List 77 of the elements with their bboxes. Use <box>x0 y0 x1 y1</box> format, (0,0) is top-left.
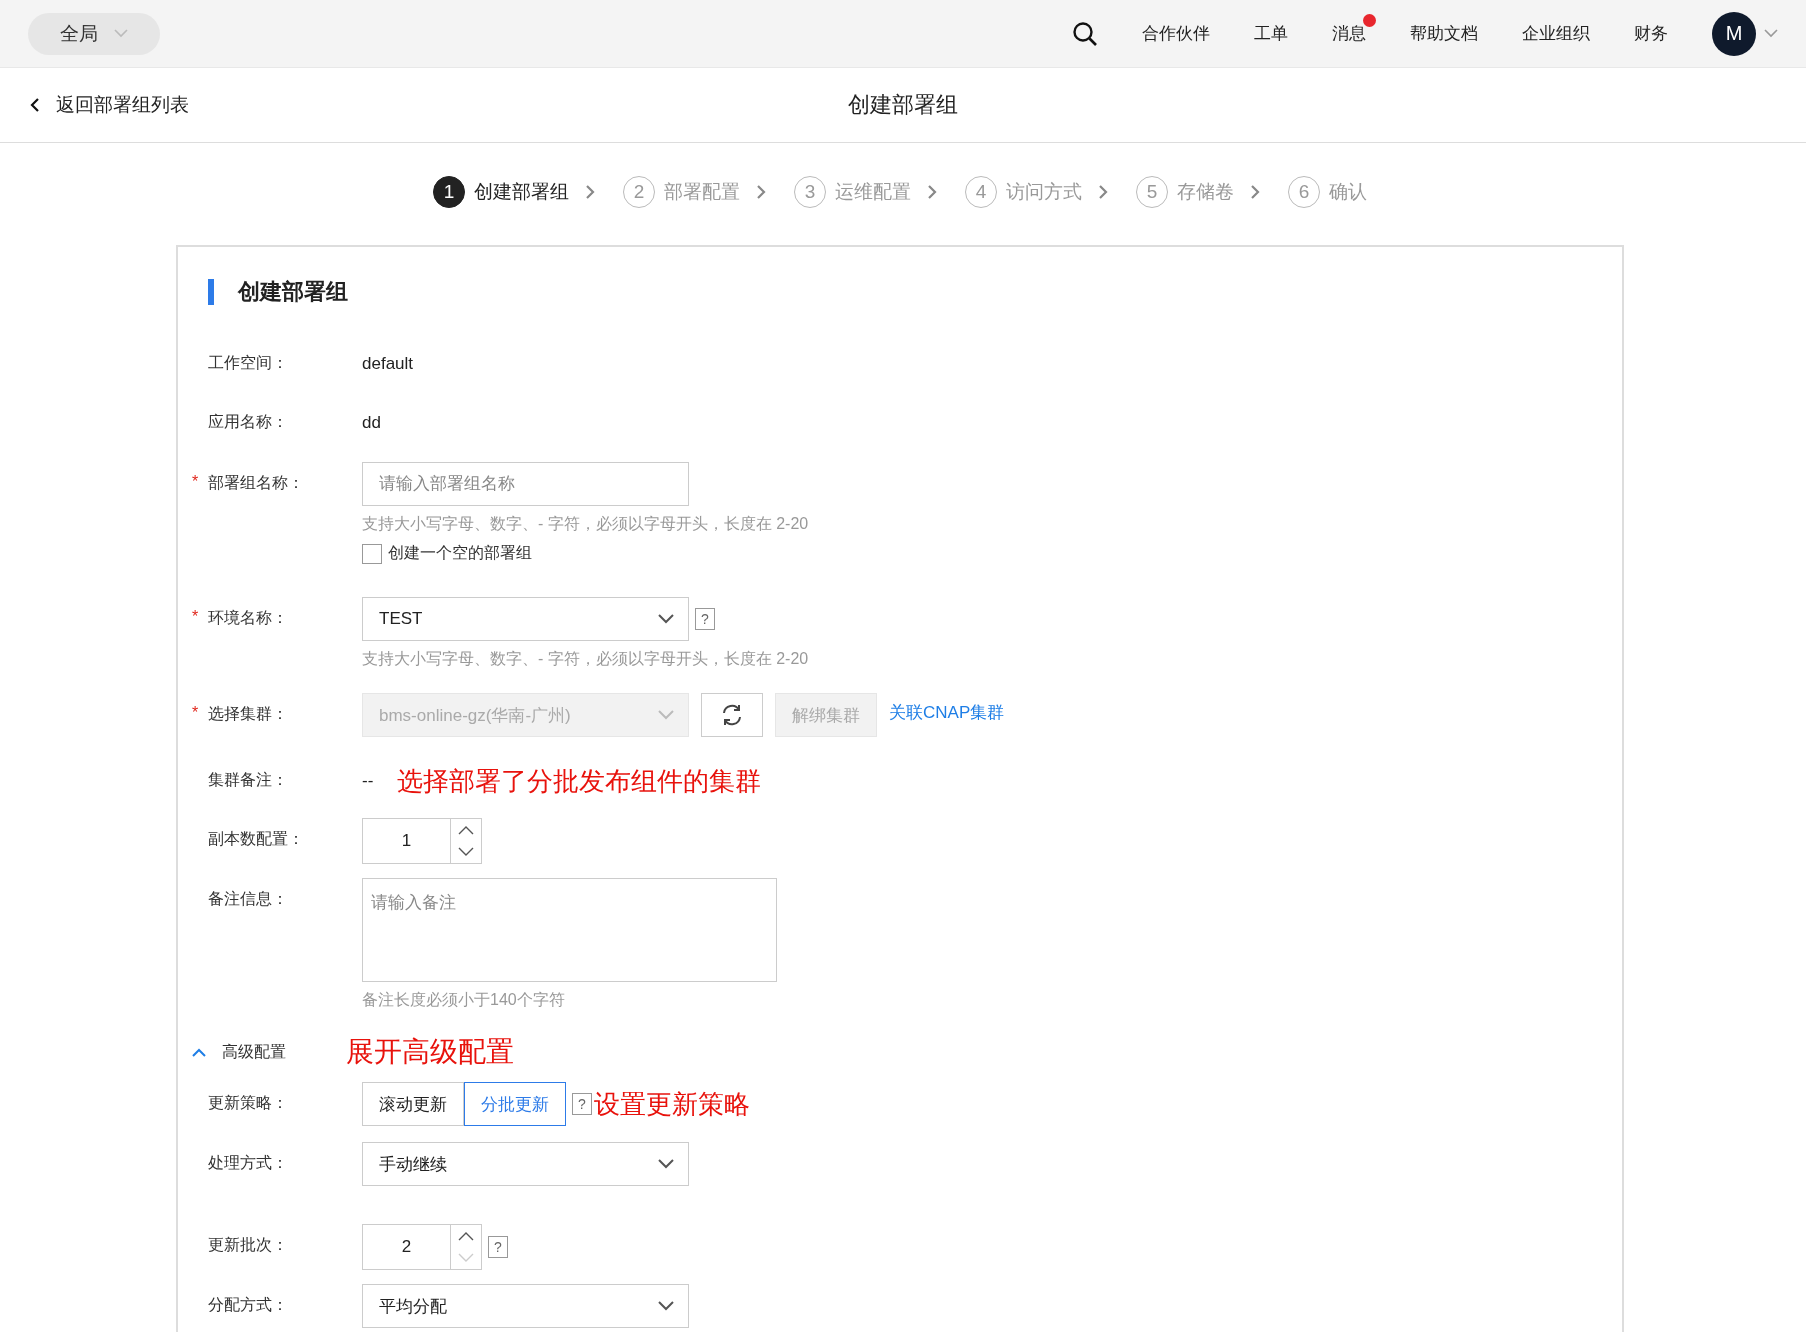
nav-link[interactable]: 帮助文档 <box>1388 12 1500 55</box>
field-label: 应用名称： <box>208 412 288 432</box>
number-input[interactable]: 2 <box>362 1224 482 1270</box>
annotation: 展开高级配置 <box>346 1035 514 1069</box>
help-icon[interactable]: ? <box>695 608 715 630</box>
chevron-up-icon[interactable] <box>458 1231 474 1241</box>
input-field[interactable]: 请输入部署组名称 <box>362 462 689 506</box>
field-label: 副本数配置： <box>208 829 304 849</box>
field-label: 工作空间： <box>208 353 288 373</box>
chevron-up-icon[interactable] <box>458 825 474 835</box>
chevron-left-icon <box>30 97 40 113</box>
annotation: 设置更新策略 <box>594 1087 750 1121</box>
hint-text: 备注长度必须小于140个字符 <box>362 990 566 1010</box>
help-icon[interactable]: ? <box>488 1236 508 1258</box>
field-label: 选择集群： <box>208 704 288 724</box>
chevron-down-icon <box>658 710 674 720</box>
scope-dropdown[interactable]: 全局 <box>28 12 160 55</box>
nav-link[interactable]: 消息 <box>1310 12 1388 55</box>
notification-dot <box>1363 14 1376 27</box>
step-label: 创建部署组 <box>474 180 569 204</box>
annotation: 选择部署了分批发布组件的集群 <box>397 764 762 798</box>
field-label: 更新批次： <box>208 1235 288 1255</box>
chevron-right-icon <box>756 184 766 200</box>
step-label: 运维配置 <box>835 180 911 204</box>
field-label: 处理方式： <box>208 1153 288 1173</box>
step-label: 访问方式 <box>1006 180 1082 204</box>
segment-option[interactable]: 滚动更新 <box>362 1082 464 1126</box>
field-value: dd <box>362 413 381 433</box>
required-mark: * <box>192 704 199 722</box>
hint-text: 支持大小写字母、数字、- 字符，必须以字母开头，长度在 2-20 <box>362 514 809 534</box>
number-input[interactable]: 1 <box>362 818 482 864</box>
refresh-button[interactable] <box>701 693 763 737</box>
chevron-down-icon[interactable] <box>458 847 474 857</box>
nav-link[interactable]: 企业组织 <box>1500 12 1612 55</box>
back-link[interactable]: 返回部署组列表 <box>30 92 189 118</box>
required-mark: * <box>192 473 199 491</box>
field-label: 分配方式： <box>208 1295 288 1315</box>
advanced-toggle[interactable]: 高级配置 <box>192 1041 286 1063</box>
checkbox-label: 创建一个空的部署组 <box>388 543 532 563</box>
chevron-right-icon <box>927 184 937 200</box>
chevron-right-icon <box>1098 184 1108 200</box>
step-label: 部署配置 <box>664 180 740 204</box>
nav-link[interactable]: 工单 <box>1232 12 1310 55</box>
refresh-icon <box>720 704 744 726</box>
section-title: 创建部署组 <box>238 278 348 306</box>
select-dropdown[interactable]: 平均分配 <box>362 1284 689 1328</box>
checkbox[interactable] <box>362 543 382 564</box>
select-dropdown[interactable]: TEST <box>362 597 689 641</box>
required-mark: * <box>192 608 199 626</box>
hint-text: 支持大小写字母、数字、- 字符，必须以字母开头，长度在 2-20 <box>362 649 809 669</box>
step-label: 存储卷 <box>1177 180 1234 204</box>
chevron-down-icon <box>658 614 674 624</box>
help-icon[interactable]: ? <box>572 1093 592 1115</box>
field-label: 备注信息： <box>208 889 288 909</box>
chevron-right-icon <box>1250 184 1260 200</box>
field-value: -- <box>362 771 374 791</box>
nav-link[interactable]: 财务 <box>1612 12 1690 55</box>
avatar[interactable]: M <box>1712 11 1756 56</box>
field-label: 部署组名称： <box>208 473 304 493</box>
nav-link[interactable]: 合作伙伴 <box>1120 12 1232 55</box>
step-label: 确认 <box>1329 180 1367 204</box>
select-dropdown[interactable]: 手动继续 <box>362 1142 689 1186</box>
chevron-down-icon <box>658 1159 674 1169</box>
chevron-up-icon <box>192 1047 206 1057</box>
field-label: 环境名称： <box>208 608 288 628</box>
page-title: 创建部署组 <box>848 91 958 119</box>
chevron-right-icon <box>585 184 595 200</box>
field-value: default <box>362 354 414 374</box>
textarea-field[interactable]: 请输入备注 <box>362 878 777 982</box>
accent-bar <box>208 279 214 305</box>
segment-option[interactable]: 分批更新 <box>464 1082 566 1126</box>
chevron-down-icon <box>114 29 128 38</box>
step-number: 1 <box>433 176 465 208</box>
field-label: 集群备注： <box>208 770 288 790</box>
chevron-down-icon <box>658 1301 674 1311</box>
field-label: 更新策略： <box>208 1093 288 1113</box>
search-icon[interactable] <box>1072 20 1098 47</box>
